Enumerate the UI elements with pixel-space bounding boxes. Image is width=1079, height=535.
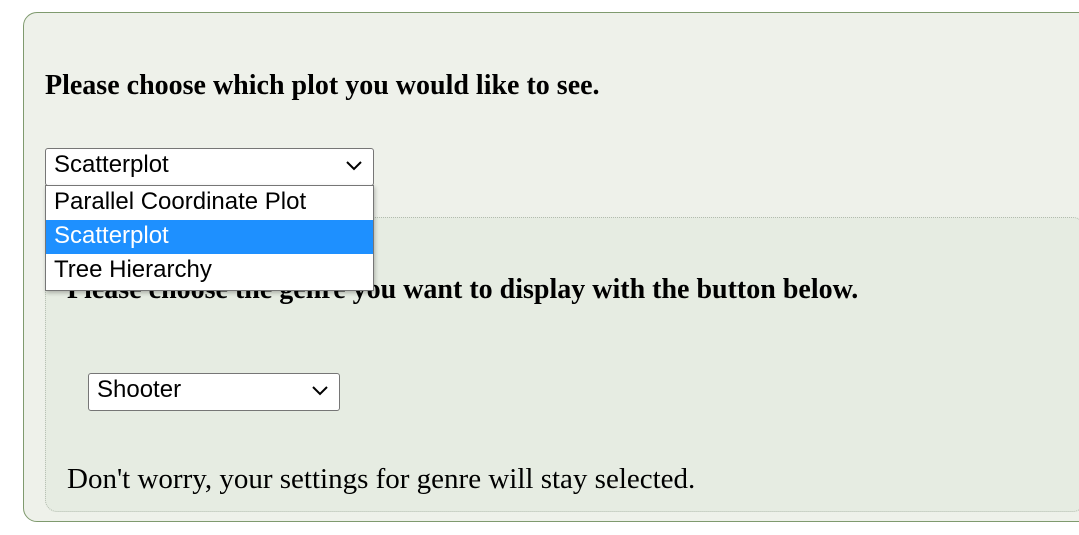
plot-heading: Please choose which plot you would like … — [45, 70, 600, 101]
genre-settings-note: Don't worry, your settings for genre wil… — [67, 463, 696, 495]
dropdown-option-tree-hierarchy[interactable]: Tree Hierarchy — [46, 254, 373, 288]
genre-select[interactable]: Shooter — [88, 373, 340, 411]
plot-type-dropdown-list: Parallel Coordinate Plot Scatterplot Tre… — [45, 185, 374, 291]
chevron-down-icon — [312, 386, 328, 396]
chevron-down-icon — [346, 161, 362, 171]
dropdown-option-scatterplot[interactable]: Scatterplot — [46, 220, 373, 254]
plot-type-select[interactable]: Scatterplot — [45, 148, 374, 186]
dropdown-option-parallel-coordinate-plot[interactable]: Parallel Coordinate Plot — [46, 186, 373, 220]
genre-selected-value: Shooter — [97, 376, 182, 403]
plot-type-selected-value: Scatterplot — [54, 151, 169, 178]
